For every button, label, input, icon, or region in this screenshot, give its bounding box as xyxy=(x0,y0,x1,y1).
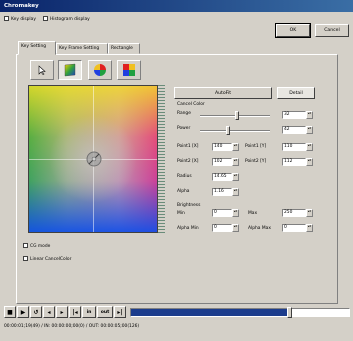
point2y-input[interactable]: 112 xyxy=(282,158,306,166)
tab-key-setting[interactable]: Key Setting xyxy=(18,41,56,55)
max-input[interactable]: 250 xyxy=(282,209,306,217)
loop-icon: ↺ xyxy=(33,308,39,316)
alpha-max-input[interactable]: 0 xyxy=(282,224,306,232)
alpha-min-input[interactable]: 0 xyxy=(212,224,232,232)
color-sphere-icon xyxy=(64,63,76,77)
linear-cancel-label: Linear CancelColor xyxy=(30,257,72,262)
power-slider-track[interactable] xyxy=(200,130,270,132)
goto-in-button[interactable]: |◂ xyxy=(69,306,81,318)
tab-key-frame-setting[interactable]: Key Frame Setting xyxy=(56,43,108,54)
key-display-label: Key display xyxy=(11,17,36,22)
power-label: Power xyxy=(177,126,191,131)
brightness-title: Brightness xyxy=(177,203,201,208)
alpha-input[interactable]: 1.16 xyxy=(212,188,232,196)
cg-mode-checkbox[interactable] xyxy=(23,243,28,248)
point1x-label: Point1 [X] xyxy=(177,144,199,149)
play-icon: ▶ xyxy=(20,308,26,316)
point2y-label: Point2 [Y] xyxy=(245,159,267,164)
color-square-icon xyxy=(123,64,135,76)
cancel-color-title: Cancel Color xyxy=(177,102,205,107)
min-label: Min xyxy=(177,211,185,216)
cg-mode-option[interactable]: CG mode xyxy=(23,243,50,249)
ok-button[interactable]: OK xyxy=(275,23,311,38)
point1x-spinner[interactable]: ▴▾ xyxy=(232,143,239,151)
min-spinner[interactable]: ▴▾ xyxy=(232,209,239,217)
color-wheel-icon xyxy=(94,64,106,76)
power-spinner[interactable]: ▴▾ xyxy=(306,126,313,134)
tab-rectangle[interactable]: Rectangle xyxy=(108,43,140,54)
brightness-histogram xyxy=(158,85,165,233)
tool-color-wheel[interactable] xyxy=(88,60,112,80)
key-display-option[interactable]: Key display xyxy=(4,16,36,22)
prev-frame-button[interactable]: ◂ xyxy=(43,306,55,318)
point1x-input[interactable]: 140 xyxy=(212,143,232,151)
point1y-spinner[interactable]: ▴▾ xyxy=(306,143,313,151)
power-input[interactable]: 42 xyxy=(282,126,306,134)
radius-label: Radius xyxy=(177,174,192,179)
color-key-canvas[interactable] xyxy=(28,85,158,233)
point1y-label: Point1 [Y] xyxy=(245,144,267,149)
alpha-min-label: Alpha Min xyxy=(177,226,199,231)
key-point-marker-icon[interactable] xyxy=(85,150,103,168)
alpha-min-spinner[interactable]: ▴▾ xyxy=(232,224,239,232)
point2y-spinner[interactable]: ▴▾ xyxy=(306,158,313,166)
max-spinner[interactable]: ▴▾ xyxy=(306,209,313,217)
cg-mode-label: CG mode xyxy=(30,244,51,249)
linear-cancel-option[interactable]: Linear CancelColor xyxy=(23,256,71,262)
alpha-max-label: Alpha Max xyxy=(248,226,271,231)
range-spinner[interactable]: ▴▾ xyxy=(306,111,313,119)
timeline-progress xyxy=(131,309,289,316)
stop-button[interactable]: ■ xyxy=(4,306,16,318)
mark-out-button[interactable]: out xyxy=(97,306,113,318)
goto-out-button[interactable]: ▸| xyxy=(114,306,126,318)
key-display-checkbox[interactable] xyxy=(4,16,9,21)
histogram-display-checkbox[interactable] xyxy=(43,16,48,21)
autofit-button[interactable]: AutoFit xyxy=(174,87,272,99)
min-input[interactable]: 0 xyxy=(212,209,232,217)
histogram-display-option[interactable]: Histogram display xyxy=(43,16,90,22)
point2x-label: Point2 [X] xyxy=(177,159,199,164)
range-slider-thumb[interactable] xyxy=(235,111,239,120)
linear-cancel-checkbox[interactable] xyxy=(23,256,28,261)
point2x-spinner[interactable]: ▴▾ xyxy=(232,158,239,166)
next-frame-button[interactable]: ▸ xyxy=(56,306,68,318)
max-label: Max xyxy=(248,211,258,216)
detail-button[interactable]: Detail xyxy=(277,87,315,99)
step-back-icon: ◂ xyxy=(47,308,51,316)
arrow-pointer-icon xyxy=(38,65,46,75)
histogram-display-label: Histogram display xyxy=(50,17,90,22)
timecode-status: 00:00:01;19(49) / IN: 00:00:00;00(0) / O… xyxy=(4,324,140,329)
tool-color-square[interactable] xyxy=(117,60,141,80)
alpha-max-spinner[interactable]: ▴▾ xyxy=(306,224,313,232)
radius-input[interactable]: 14.65 xyxy=(212,173,232,181)
tool-color-sphere[interactable] xyxy=(58,60,82,80)
tool-select[interactable] xyxy=(30,60,54,80)
power-slider-thumb[interactable] xyxy=(226,126,230,135)
goto-out-icon: ▸| xyxy=(117,308,123,316)
cancel-button[interactable]: Cancel xyxy=(315,24,349,37)
window-title: Chromakey xyxy=(0,0,353,12)
radius-spinner[interactable]: ▴▾ xyxy=(232,173,239,181)
goto-in-icon: |◂ xyxy=(72,308,78,316)
range-input[interactable]: 32 xyxy=(282,111,306,119)
alpha-spinner[interactable]: ▴▾ xyxy=(232,188,239,196)
step-forward-icon: ▸ xyxy=(60,308,64,316)
mark-in-button[interactable]: in xyxy=(82,306,96,318)
loop-button[interactable]: ↺ xyxy=(30,306,42,318)
stop-icon: ■ xyxy=(7,308,13,316)
alpha-label: Alpha xyxy=(177,189,190,194)
timeline-thumb[interactable] xyxy=(287,307,292,318)
point2x-input[interactable]: 102 xyxy=(212,158,232,166)
play-button[interactable]: ▶ xyxy=(17,306,29,318)
point1y-input[interactable]: 110 xyxy=(282,143,306,151)
timeline-slider[interactable] xyxy=(130,307,350,318)
range-label: Range xyxy=(177,111,191,116)
